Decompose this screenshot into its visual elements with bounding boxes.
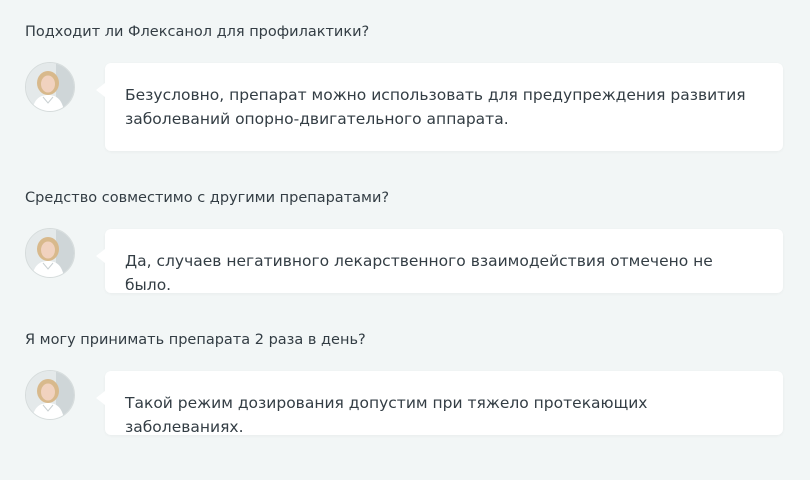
faq-answer: Безусловно, препарат можно использовать …	[125, 86, 746, 128]
faq-question: Средство совместимо с другими препаратам…	[25, 190, 390, 206]
doctor-photo-icon	[26, 371, 74, 419]
answer-bubble: Такой режим дозирования допустим при тяж…	[96, 371, 783, 436]
answer-bubble: Да, случаев негативного лекарственного в…	[96, 229, 783, 294]
doctor-avatar-icon	[25, 228, 75, 278]
doctor-photo-icon	[26, 63, 74, 111]
doctor-avatar-icon	[25, 370, 75, 420]
faq-answer: Да, случаев негативного лекарственного в…	[125, 252, 713, 294]
doctor-photo-icon	[26, 229, 74, 277]
faq-list: Подходит ли Флексанол для профилактики? …	[0, 0, 810, 480]
faq-question: Я могу принимать препарата 2 раза в день…	[25, 332, 366, 348]
faq-answer: Такой режим дозирования допустим при тяж…	[125, 394, 648, 436]
faq-question: Подходит ли Флексанол для профилактики?	[25, 24, 370, 40]
doctor-avatar-icon	[25, 62, 75, 112]
answer-bubble: Безусловно, препарат можно использовать …	[96, 63, 783, 151]
